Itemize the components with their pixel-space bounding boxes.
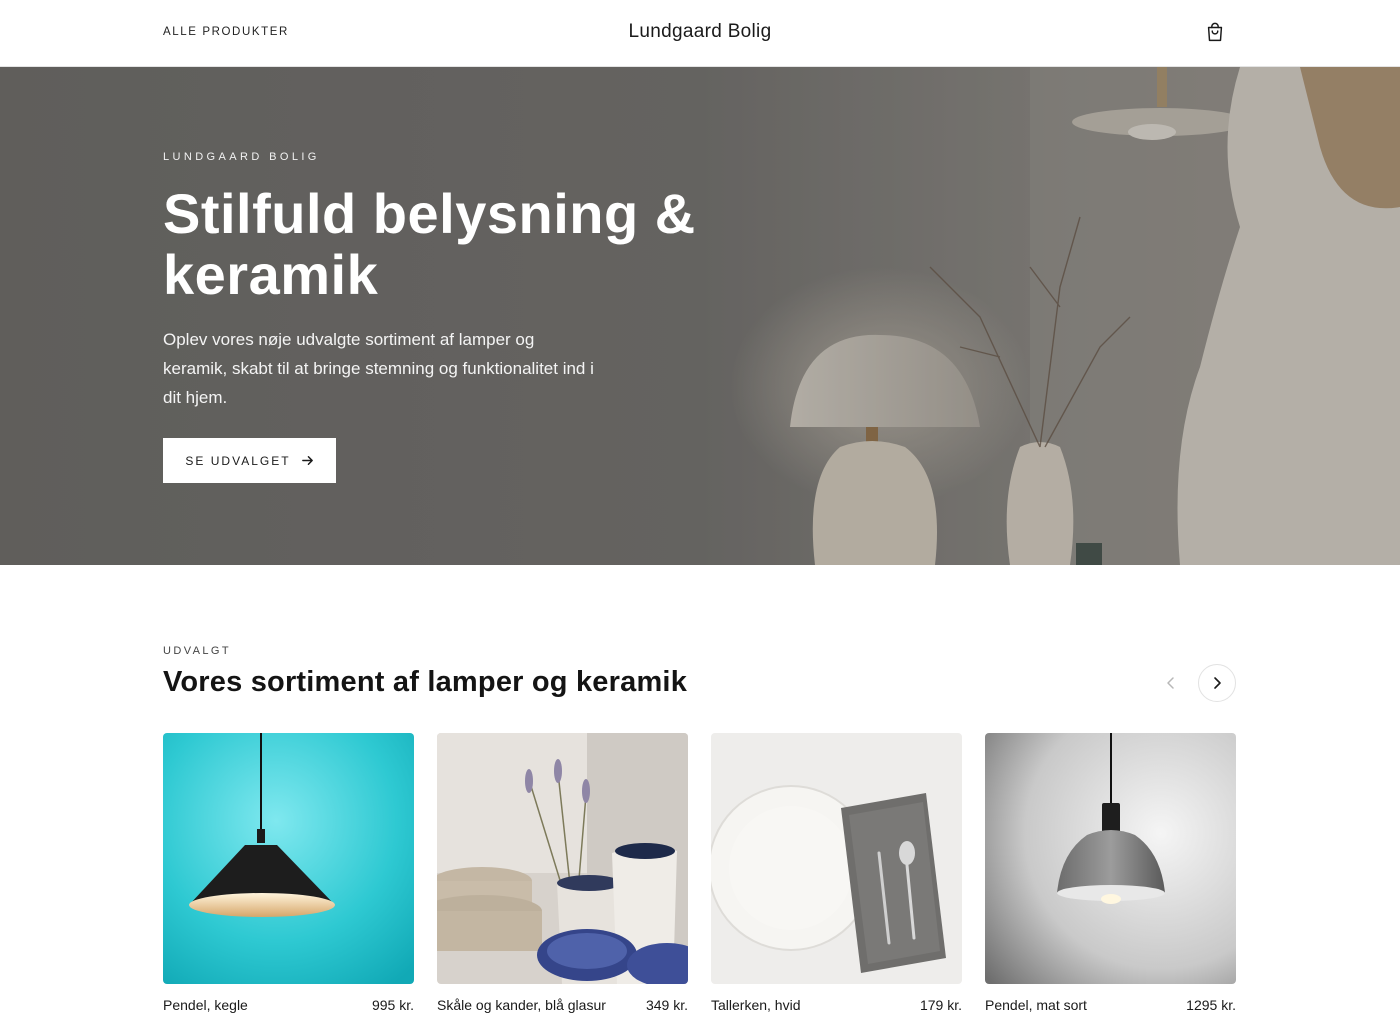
carousel-next-button[interactable]	[1198, 664, 1236, 702]
hero-eyebrow: LUNDGAARD BOLIG	[163, 151, 320, 163]
product-image-cone-pendant[interactable]	[163, 733, 414, 984]
product-name[interactable]: Tallerken, hvid	[711, 997, 801, 1013]
chevron-right-icon	[1214, 677, 1221, 689]
product-price: 1295 kr.	[1186, 997, 1236, 1013]
brand-logo-text[interactable]: Lundgaard Bolig	[629, 21, 772, 42]
shopping-bag-icon[interactable]	[1204, 22, 1226, 44]
hero-background-image	[0, 67, 1400, 565]
product-name[interactable]: Pendel, kegle	[163, 997, 248, 1013]
product-image-ceramic-bowls[interactable]	[437, 733, 688, 984]
product-image-white-plate[interactable]	[711, 733, 962, 984]
brand-container: Lundgaard Bolig	[0, 21, 1400, 43]
see-selection-label: SE UDVALGET	[185, 453, 291, 468]
section-title: Vores sortiment af lamper og keramik	[163, 666, 688, 698]
product-price: 349 kr.	[645, 997, 688, 1013]
site-header: ALLE PRODUKTER Lundgaard Bolig	[0, 0, 1400, 67]
product-card[interactable]: Pendel, kegle 995 kr.	[163, 733, 414, 1013]
hero-banner: LUNDGAARD BOLIG Stilfuld belysning & ker…	[0, 67, 1400, 565]
chevron-left-icon	[1167, 677, 1174, 689]
product-price: 995 kr.	[371, 997, 414, 1013]
see-selection-button[interactable]: SE UDVALGET	[163, 438, 336, 483]
hero-title: Stilfuld belysning & keramik	[163, 182, 696, 306]
product-name[interactable]: Skåle og kander, blå glasur	[437, 997, 606, 1013]
product-card[interactable]: Pendel, mat sort 1295 kr.	[985, 733, 1236, 1013]
carousel-prev-button[interactable]	[1152, 664, 1190, 702]
hero-description: Oplev vores nøje udvalgte sortiment af l…	[163, 330, 594, 407]
product-price: 179 kr.	[919, 997, 962, 1013]
product-card[interactable]: Skåle og kander, blå glasur 349 kr.	[437, 733, 688, 1013]
product-card[interactable]: Tallerken, hvid 179 kr.	[711, 733, 962, 1013]
product-image-matte-pendant[interactable]	[985, 733, 1236, 984]
section-eyebrow: UDVALGT	[163, 645, 231, 657]
product-name[interactable]: Pendel, mat sort	[985, 997, 1087, 1013]
arrow-right-icon	[301, 456, 313, 465]
